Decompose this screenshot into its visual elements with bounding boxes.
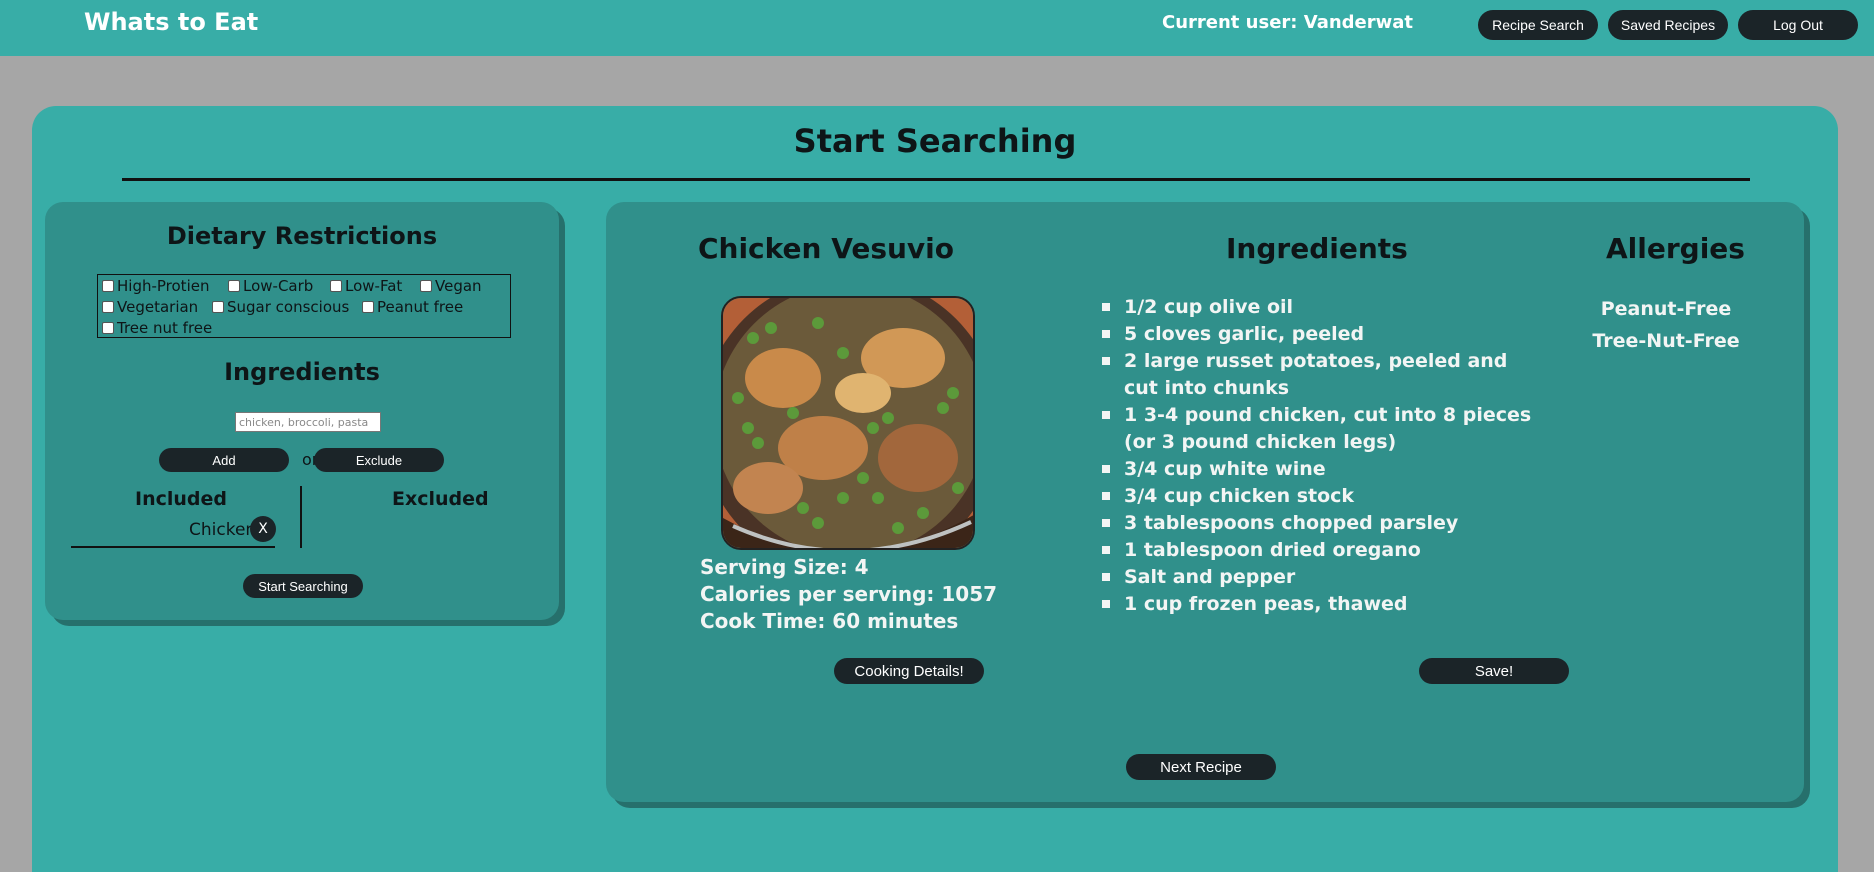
log-out-button[interactable]: Log Out [1738,10,1858,40]
next-recipe-button[interactable]: Next Recipe [1126,754,1276,780]
checkbox-tree-nut-free[interactable]: Tree nut free [102,319,212,337]
recipe-title: Chicken Vesuvio [697,232,955,265]
checkbox-box[interactable] [102,322,114,334]
recipe-stats: Serving Size: 4 Calories per serving: 10… [700,554,997,635]
checkbox-box[interactable] [362,301,374,313]
checkbox-label: High-Protien [117,277,210,295]
checkbox-label: Low-Fat [345,277,403,295]
recipe-search-nav-button[interactable]: Recipe Search [1478,10,1598,40]
checkbox-peanut-free[interactable]: Peanut free [362,298,463,316]
exclude-ingredient-button[interactable]: Exclude [314,448,444,472]
ingredients-filter-heading: Ingredients [224,358,380,386]
add-ingredient-button[interactable]: Add [159,448,289,472]
ingredient-item: Salt and pepper [1100,564,1540,591]
checkbox-low-fat[interactable]: Low-Fat [330,277,402,295]
calories-per-serving: Calories per serving: 1057 [700,582,998,606]
checkbox-sugar-conscious[interactable]: Sugar conscious [212,298,349,316]
cooking-details-button[interactable]: Cooking Details! [834,658,984,684]
serving-size: Serving Size: 4 [700,555,869,579]
checkbox-box[interactable] [212,301,224,313]
allergy-item: Peanut-Free [1600,298,1732,320]
recipe-result-panel: Chicken Vesuvio Serving Size: 4 Calories… [606,202,1804,802]
ingredient-item: 1 tablespoon dried oregano [1100,537,1540,564]
ingredient-item: 1 cup frozen peas, thawed [1100,591,1540,618]
checkbox-label: Vegan [435,277,482,295]
checkbox-label: Low-Carb [243,277,314,295]
current-user-label: Current user: Vanderwat [1162,12,1414,33]
excluded-heading: Excluded [392,488,489,510]
checkbox-box[interactable] [102,280,114,292]
ingredients-list: 1/2 cup olive oil 5 cloves garlic, peele… [1100,294,1540,618]
checkbox-label: Vegetarian [117,298,199,316]
ingredients-heading: Ingredients [1226,232,1408,265]
allergy-item: Tree-Nut-Free [1592,330,1740,352]
cook-time: Cook Time: 60 minutes [700,609,959,633]
page-title: Start Searching [793,122,1077,160]
checkbox-box[interactable] [102,301,114,313]
checkbox-label: Sugar conscious [227,298,350,316]
dietary-restrictions-heading: Dietary Restrictions [166,222,438,250]
dietary-restrictions-group: High-Protien Low-Carb Low-Fat Vegan Vege… [97,274,511,338]
search-card: Start Searching Dietary Restrictions Hig… [32,106,1838,872]
checkbox-box[interactable] [330,280,342,292]
checkbox-low-carb[interactable]: Low-Carb [228,277,313,295]
included-excluded-divider [300,486,302,548]
ingredient-item: 3 tablespoons chopped parsley [1100,510,1540,537]
top-navbar: Whats to Eat Current user: Vanderwat Rec… [0,0,1874,56]
included-heading: Included [135,488,227,510]
start-searching-button[interactable]: Start Searching [243,574,363,598]
ingredient-item: 3/4 cup chicken stock [1100,483,1540,510]
filters-panel: Dietary Restrictions High-Protien Low-Ca… [45,202,559,620]
recipe-photo-illustration [723,298,973,548]
checkbox-vegetarian[interactable]: Vegetarian [102,298,198,316]
allergies-heading: Allergies [1606,232,1745,265]
recipe-photo [721,296,975,550]
checkbox-box[interactable] [228,280,240,292]
ingredient-item: 2 large russet potatoes, peeled and cut … [1100,348,1540,402]
checkbox-label: Peanut free [377,298,464,316]
remove-ingredient-button[interactable]: X [250,516,276,542]
ingredient-item: 1/2 cup olive oil [1100,294,1540,321]
checkbox-box[interactable] [420,280,432,292]
ingredient-search-input[interactable]: chicken, broccoli, pasta [235,412,381,432]
checkbox-high-protein[interactable]: High-Protien [102,277,209,295]
title-divider [122,178,1750,181]
saved-recipes-nav-button[interactable]: Saved Recipes [1608,10,1728,40]
save-recipe-button[interactable]: Save! [1419,658,1569,684]
checkbox-label: Tree nut free [117,319,213,337]
ingredient-item: 5 cloves garlic, peeled [1100,321,1540,348]
checkbox-vegan[interactable]: Vegan [420,277,482,295]
ingredient-item: 3/4 cup white wine [1100,456,1540,483]
included-underline [71,546,275,548]
included-ingredient-chip: Chicken [189,520,257,540]
ingredient-item: 1 3-4 pound chicken, cut into 8 pieces (… [1100,402,1540,456]
brand-logo[interactable]: Whats to Eat [84,8,258,36]
